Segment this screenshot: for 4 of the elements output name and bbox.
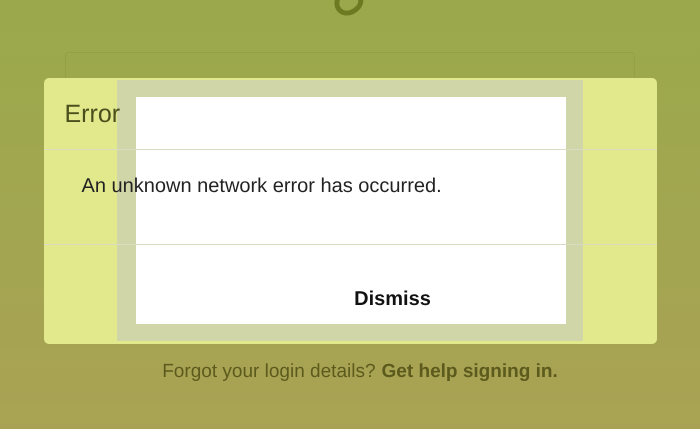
dismiss-button[interactable]: Dismiss xyxy=(344,284,441,315)
forgot-login-text: Forgot your login details? xyxy=(162,361,376,383)
dialog-title: Error xyxy=(64,99,122,128)
error-message: An unknown network error has occurred. xyxy=(80,174,443,199)
